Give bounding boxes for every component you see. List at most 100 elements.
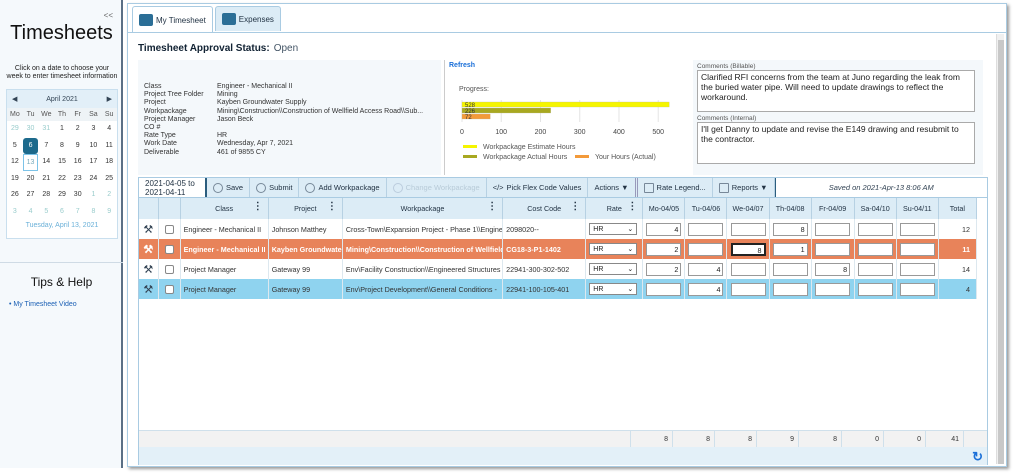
- column-menu-icon[interactable]: ⋮: [327, 201, 337, 212]
- rate-select[interactable]: HR ⌄: [589, 283, 638, 295]
- calendar-day[interactable]: 27: [23, 187, 39, 204]
- calendar-day[interactable]: 5: [7, 138, 23, 155]
- calendar-day[interactable]: 19: [7, 171, 23, 188]
- edit-tools-icon[interactable]: ⚒: [139, 239, 159, 259]
- calendar-day[interactable]: 4: [23, 204, 39, 221]
- save-button[interactable]: Save: [207, 178, 251, 197]
- rate-select[interactable]: HR ⌄: [589, 263, 638, 275]
- hours-input[interactable]: [857, 262, 893, 276]
- calendar-day[interactable]: 9: [70, 138, 86, 155]
- calendar-day[interactable]: 28: [38, 187, 54, 204]
- calendar-day[interactable]: 6: [54, 204, 70, 221]
- submit-button[interactable]: Submit: [250, 178, 300, 197]
- calendar-day[interactable]: 1: [54, 121, 70, 138]
- reload-icon[interactable]: ↻: [972, 449, 983, 465]
- rate-legend-button[interactable]: Rate Legend...: [638, 178, 713, 197]
- calendar-day[interactable]: 5: [38, 204, 54, 221]
- row-checkbox[interactable]: [164, 224, 174, 234]
- calendar-day[interactable]: 9: [101, 204, 117, 221]
- calendar-day[interactable]: 13: [22, 154, 39, 171]
- hours-input[interactable]: 2: [646, 242, 682, 256]
- calendar-day[interactable]: 26: [7, 187, 23, 204]
- add-workpackage-button[interactable]: Add Workpackage: [299, 178, 387, 197]
- link-label[interactable]: My Timesheet Video: [13, 301, 76, 308]
- hours-input[interactable]: 4: [688, 262, 724, 276]
- calendar-day[interactable]: 11: [101, 138, 117, 155]
- calendar-day[interactable]: 25: [101, 171, 117, 188]
- calendar-day[interactable]: 30: [23, 121, 39, 138]
- hours-input[interactable]: [772, 282, 808, 296]
- calendar-day[interactable]: 12: [7, 154, 23, 171]
- hours-input[interactable]: [646, 282, 682, 296]
- rate-select[interactable]: HR ⌄: [589, 243, 638, 255]
- calendar-day[interactable]: 31: [38, 121, 54, 138]
- calendar-day[interactable]: 29: [7, 121, 23, 138]
- my-timesheet-video-link[interactable]: • My Timesheet Video: [9, 301, 77, 308]
- hours-input[interactable]: 8: [772, 222, 808, 236]
- hours-input[interactable]: [899, 242, 935, 256]
- hours-input[interactable]: 8: [815, 262, 851, 276]
- calendar-day[interactable]: 2: [101, 187, 117, 204]
- column-header[interactable]: Workpackage ⋮: [342, 198, 504, 219]
- hours-input[interactable]: [815, 222, 851, 236]
- calendar-day[interactable]: 3: [7, 204, 23, 221]
- calendar-day[interactable]: 30: [70, 187, 86, 204]
- calendar-day[interactable]: 23: [70, 171, 86, 188]
- calendar-day[interactable]: 8: [86, 204, 102, 221]
- row-checkbox[interactable]: [164, 244, 174, 254]
- column-menu-icon[interactable]: ⋮: [253, 201, 263, 212]
- edit-tools-icon[interactable]: ⚒: [139, 219, 159, 239]
- hours-input[interactable]: [688, 242, 724, 256]
- column-header[interactable]: Class ⋮: [180, 198, 269, 219]
- next-month-icon[interactable]: ▶: [107, 95, 112, 103]
- column-header[interactable]: Tu-04/06: [684, 198, 728, 219]
- calendar-day[interactable]: 8: [54, 138, 70, 155]
- table-row[interactable]: ⚒ Project Manager Gateway 99 Env\Project D…: [139, 279, 978, 299]
- calendar-day[interactable]: 29: [54, 187, 70, 204]
- hours-input[interactable]: [899, 222, 935, 236]
- table-row[interactable]: ⚒ Project Manager Gateway 99 Env\Facility …: [139, 259, 978, 279]
- column-header[interactable]: Cost Code ⋮: [502, 198, 587, 219]
- hours-input[interactable]: [730, 222, 766, 236]
- hours-input[interactable]: 4: [646, 222, 682, 236]
- hours-input[interactable]: [899, 282, 935, 296]
- calendar-day[interactable]: 1: [86, 187, 102, 204]
- hours-input[interactable]: [857, 242, 893, 256]
- hours-input[interactable]: [730, 282, 766, 296]
- column-header[interactable]: Su-04/11: [896, 198, 939, 219]
- hours-input[interactable]: 8: [730, 242, 766, 256]
- pick-flex-code-button[interactable]: </> Pick Flex Code Values: [487, 178, 589, 197]
- calendar-day[interactable]: 6: [22, 137, 39, 154]
- calendar-day[interactable]: 20: [23, 171, 39, 188]
- calendar-day[interactable]: 16: [70, 154, 86, 171]
- column-header[interactable]: Total: [938, 198, 978, 219]
- row-checkbox[interactable]: [164, 284, 174, 294]
- calendar-day[interactable]: 7: [38, 138, 54, 155]
- hours-input[interactable]: [688, 222, 724, 236]
- actions-menu[interactable]: Actions ▼: [588, 178, 638, 197]
- tab-my-timesheet[interactable]: My Timesheet: [132, 6, 213, 33]
- column-header[interactable]: Rate ⋮: [585, 198, 644, 219]
- row-checkbox[interactable]: [164, 264, 174, 274]
- billable-comments-field[interactable]: Clarified RFI concerns from the team at …: [697, 70, 975, 112]
- hours-input[interactable]: [730, 262, 766, 276]
- collapse-sidebar-button[interactable]: <<: [104, 11, 113, 20]
- column-menu-icon[interactable]: ⋮: [570, 201, 580, 212]
- calendar-day[interactable]: 24: [86, 171, 102, 188]
- edit-tools-icon[interactable]: ⚒: [139, 259, 159, 279]
- hours-input[interactable]: [857, 222, 893, 236]
- column-header[interactable]: Project ⋮: [268, 198, 343, 219]
- column-header[interactable]: Th-04/08: [769, 198, 812, 219]
- hours-input[interactable]: 4: [688, 282, 724, 296]
- column-header[interactable]: Sa-04/10: [854, 198, 897, 219]
- calendar-today-link[interactable]: Tuesday, April 13, 2021: [7, 222, 117, 229]
- calendar-day[interactable]: 18: [101, 154, 117, 171]
- hours-input[interactable]: [899, 262, 935, 276]
- hours-input[interactable]: 1: [772, 242, 808, 256]
- calendar-day[interactable]: 14: [38, 154, 54, 171]
- calendar-day[interactable]: 21: [38, 171, 54, 188]
- column-menu-icon[interactable]: ⋮: [487, 201, 497, 212]
- column-header[interactable]: Fr-04/09: [811, 198, 855, 219]
- tab-expenses[interactable]: Expenses: [214, 6, 281, 31]
- column-header[interactable]: Mo-04/05: [642, 198, 686, 219]
